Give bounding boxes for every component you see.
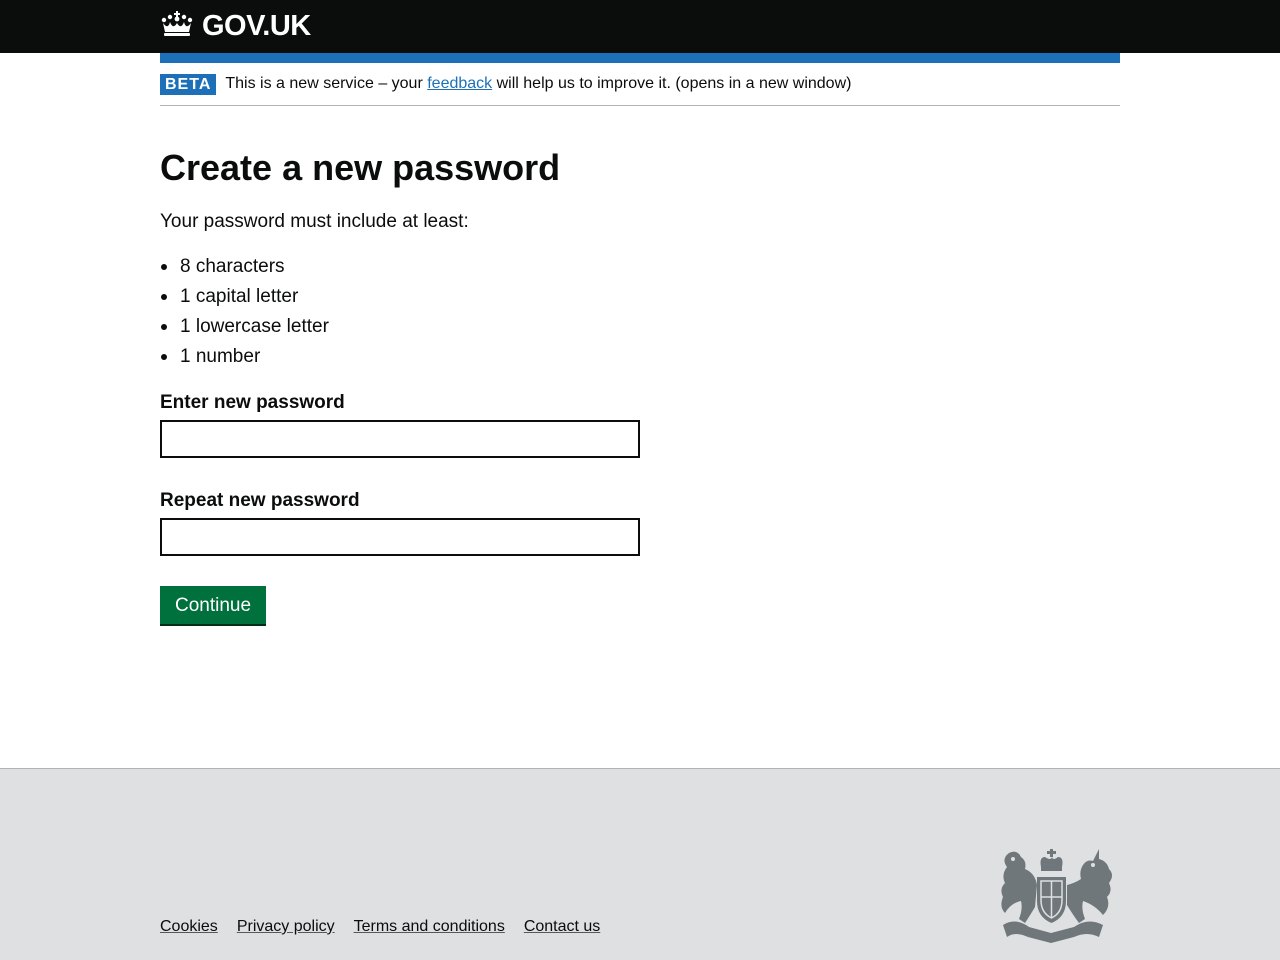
footer-link-privacy[interactable]: Privacy policy <box>237 918 335 935</box>
password-requirements-list: 8 characters 1 capital letter 1 lowercas… <box>160 254 1120 369</box>
new-password-group: Enter new password <box>160 390 1120 458</box>
list-item: 1 number <box>160 344 1120 369</box>
site-footer: Cookies Privacy policy Terms and conditi… <box>0 768 1280 960</box>
phase-text-after: will help us to improve it. (opens in a … <box>492 75 852 92</box>
phase-text-before: This is a new service – your <box>225 75 428 92</box>
repeat-password-input[interactable] <box>160 518 640 556</box>
site-header: GOV.UK <box>0 0 1280 53</box>
repeat-password-label: Repeat new password <box>160 490 360 511</box>
footer-link-terms[interactable]: Terms and conditions <box>354 918 505 935</box>
ogl-logo-icon <box>160 955 198 960</box>
list-item: 8 characters <box>160 254 1120 279</box>
beta-tag: BETA <box>160 73 217 95</box>
password-intro: Your password must include at least: <box>160 211 469 232</box>
feedback-link[interactable]: feedback <box>427 75 492 92</box>
new-password-label: Enter new password <box>160 392 345 413</box>
main-content: Create a new password Your password must… <box>160 106 1120 624</box>
royal-coat-of-arms-icon <box>995 845 1120 947</box>
continue-button[interactable]: Continue <box>160 586 267 624</box>
crown-icon <box>160 10 194 43</box>
new-password-input[interactable] <box>160 420 640 458</box>
page-title: Create a new password <box>160 147 561 188</box>
footer-links: Cookies Privacy policy Terms and conditi… <box>160 918 600 936</box>
phase-banner-text: This is a new service – your feedback wi… <box>225 74 851 94</box>
footer-link-contact[interactable]: Contact us <box>524 918 600 935</box>
list-item: 1 lowercase letter <box>160 314 1120 339</box>
header-blue-bar <box>160 53 1120 63</box>
list-item: 1 capital letter <box>160 284 1120 309</box>
govuk-logo-link[interactable]: GOV.UK <box>160 10 311 43</box>
footer-link-cookies[interactable]: Cookies <box>160 918 218 935</box>
repeat-password-group: Repeat new password <box>160 488 1120 556</box>
logo-text: GOV.UK <box>202 10 311 42</box>
phase-banner: BETA This is a new service – your feedba… <box>160 63 1120 106</box>
